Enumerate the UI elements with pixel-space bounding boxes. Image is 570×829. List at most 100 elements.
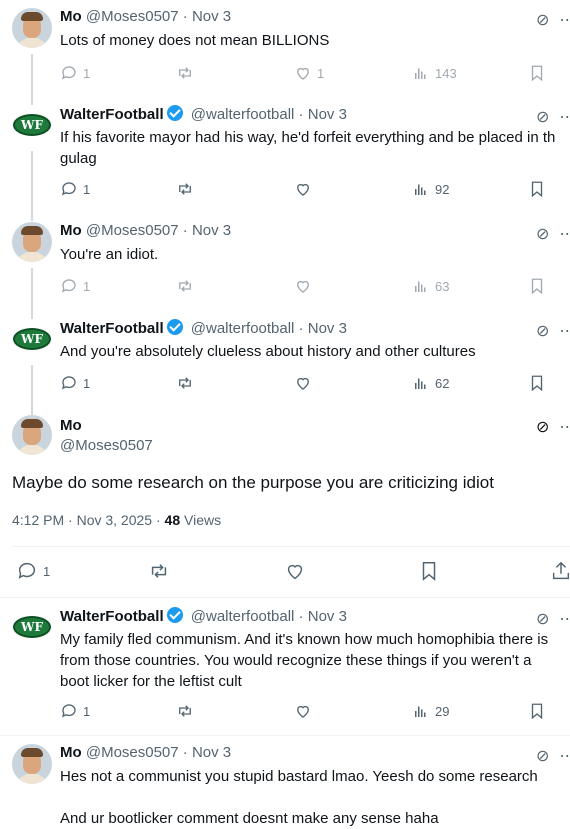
author-handle[interactable]: @walterfootball	[191, 320, 295, 337]
reply-button[interactable]: 1	[60, 180, 90, 198]
views-button[interactable]: 63	[412, 277, 449, 295]
author-name[interactable]: Mo	[60, 744, 82, 761]
heart-icon	[297, 67, 309, 80]
avatar[interactable]: WF	[12, 607, 52, 647]
avatar[interactable]	[12, 415, 52, 455]
retweet-button[interactable]	[176, 64, 194, 82]
grok-icon[interactable]: ⊘	[536, 611, 549, 628]
like-button[interactable]	[284, 560, 306, 582]
views-button[interactable]: 143	[412, 64, 457, 82]
tweet-date[interactable]: Nov 3	[192, 8, 231, 25]
bookmark-button[interactable]	[418, 560, 440, 582]
retweet-button[interactable]	[176, 277, 194, 295]
bookmark-icon	[531, 375, 543, 392]
grok-icon[interactable]: ⊘	[536, 323, 549, 340]
more-icon[interactable]: ⋯	[559, 109, 570, 126]
verified-icon	[166, 105, 183, 121]
author-handle[interactable]: @walterfootball	[191, 106, 295, 123]
retweet-button[interactable]	[176, 180, 194, 198]
avatar[interactable]	[12, 8, 52, 48]
more-icon[interactable]: ⋯	[559, 12, 570, 29]
views-icon	[415, 281, 426, 292]
reply-icon	[61, 376, 76, 390]
bookmark-button[interactable]	[528, 374, 546, 392]
share-button[interactable]	[550, 560, 570, 582]
tweet-date[interactable]: Nov 3	[308, 106, 347, 123]
main-tweet: Mo @Moses0507 ⊘ ⋯ Maybe do some research …	[0, 415, 570, 598]
bookmark-button[interactable]	[528, 277, 546, 295]
like-button[interactable]: 1	[294, 64, 324, 82]
author-handle[interactable]: @walterfootball	[191, 608, 295, 625]
tweet-date[interactable]: Nov 3	[192, 222, 231, 239]
views-button[interactable]: 92	[412, 180, 449, 198]
views-button[interactable]: 29	[412, 702, 449, 720]
bookmark-button[interactable]	[528, 180, 546, 198]
retweet-button[interactable]	[148, 560, 170, 582]
author-name[interactable]: Mo	[60, 222, 82, 239]
retweet-button[interactable]	[176, 374, 194, 392]
heart-icon	[297, 183, 309, 196]
tweet-text: And you're absolutely clueless about his…	[60, 343, 476, 360]
more-icon[interactable]: ⋯	[559, 748, 570, 765]
tweet-timestamp[interactable]: 4:12 PM · Nov 3, 2025 ·	[12, 512, 165, 528]
reply-button[interactable]: 1	[60, 277, 90, 295]
author-handle[interactable]: @Moses0507	[86, 8, 179, 25]
tweet-actions: 1	[16, 560, 570, 584]
tweet-actions: 1 62	[60, 374, 570, 394]
reply-button[interactable]: 1	[60, 64, 90, 82]
tweet-top-icons: ⊘ ⋯	[536, 107, 570, 127]
grok-icon[interactable]: ⊘	[536, 12, 549, 29]
reply-button[interactable]: 1	[16, 560, 50, 582]
author-name[interactable]: WalterFootball	[60, 320, 164, 337]
retweet-button[interactable]	[176, 702, 194, 720]
grok-icon[interactable]: ⊘	[536, 226, 549, 243]
tweet-text: Maybe do some research on the purpose yo…	[12, 473, 494, 492]
tweet-date[interactable]: Nov 3	[192, 744, 231, 761]
retweet-icon	[179, 280, 191, 292]
wf-logo: WF	[13, 114, 51, 136]
reply-button[interactable]: 1	[60, 702, 90, 720]
more-icon[interactable]: ⋯	[559, 611, 570, 628]
like-button[interactable]	[294, 374, 312, 392]
divider	[12, 546, 570, 547]
tweet-date[interactable]: Nov 3	[308, 320, 347, 337]
verified-icon	[166, 319, 183, 335]
tweet-top-icons: ⊘ ⋯	[536, 746, 570, 766]
more-icon[interactable]: ⋯	[559, 419, 570, 436]
views-button[interactable]: 62	[412, 374, 449, 392]
like-button[interactable]	[294, 702, 312, 720]
reply-icon	[61, 182, 76, 196]
heart-icon	[287, 564, 303, 580]
thread-line	[31, 268, 33, 320]
tweet-top-icons: ⊘ ⋯	[536, 224, 570, 244]
heart-icon	[297, 377, 309, 390]
avatar[interactable]	[12, 222, 52, 262]
tweet-top-icons: ⊘ ⋯	[536, 609, 570, 629]
like-button[interactable]	[294, 180, 312, 198]
author-handle[interactable]: @Moses0507	[86, 744, 179, 761]
grok-icon[interactable]: ⊘	[536, 748, 549, 765]
avatar[interactable]: WF	[12, 105, 52, 145]
more-icon[interactable]: ⋯	[559, 323, 570, 340]
avatar[interactable]	[12, 744, 52, 784]
author-name[interactable]: Mo	[60, 417, 82, 434]
reply-icon	[61, 704, 76, 718]
author-handle[interactable]: @Moses0507	[60, 437, 153, 454]
grok-icon[interactable]: ⊘	[536, 109, 549, 126]
thread-line	[31, 151, 33, 221]
tweet-date[interactable]: Nov 3	[308, 608, 347, 625]
divider	[0, 735, 570, 736]
tweet-text: Hes not a communist you stupid bastard l…	[60, 768, 538, 827]
views-icon	[415, 378, 426, 389]
bookmark-button[interactable]	[528, 64, 546, 82]
grok-icon[interactable]: ⊘	[536, 419, 549, 436]
author-name[interactable]: Mo	[60, 8, 82, 25]
author-handle[interactable]: @Moses0507	[86, 222, 179, 239]
author-name[interactable]: WalterFootball	[60, 608, 164, 625]
reply-button[interactable]: 1	[60, 374, 90, 392]
author-name[interactable]: WalterFootball	[60, 106, 164, 123]
bookmark-button[interactable]	[528, 702, 546, 720]
more-icon[interactable]: ⋯	[559, 226, 570, 243]
like-button[interactable]	[294, 277, 312, 295]
avatar[interactable]: WF	[12, 319, 52, 359]
